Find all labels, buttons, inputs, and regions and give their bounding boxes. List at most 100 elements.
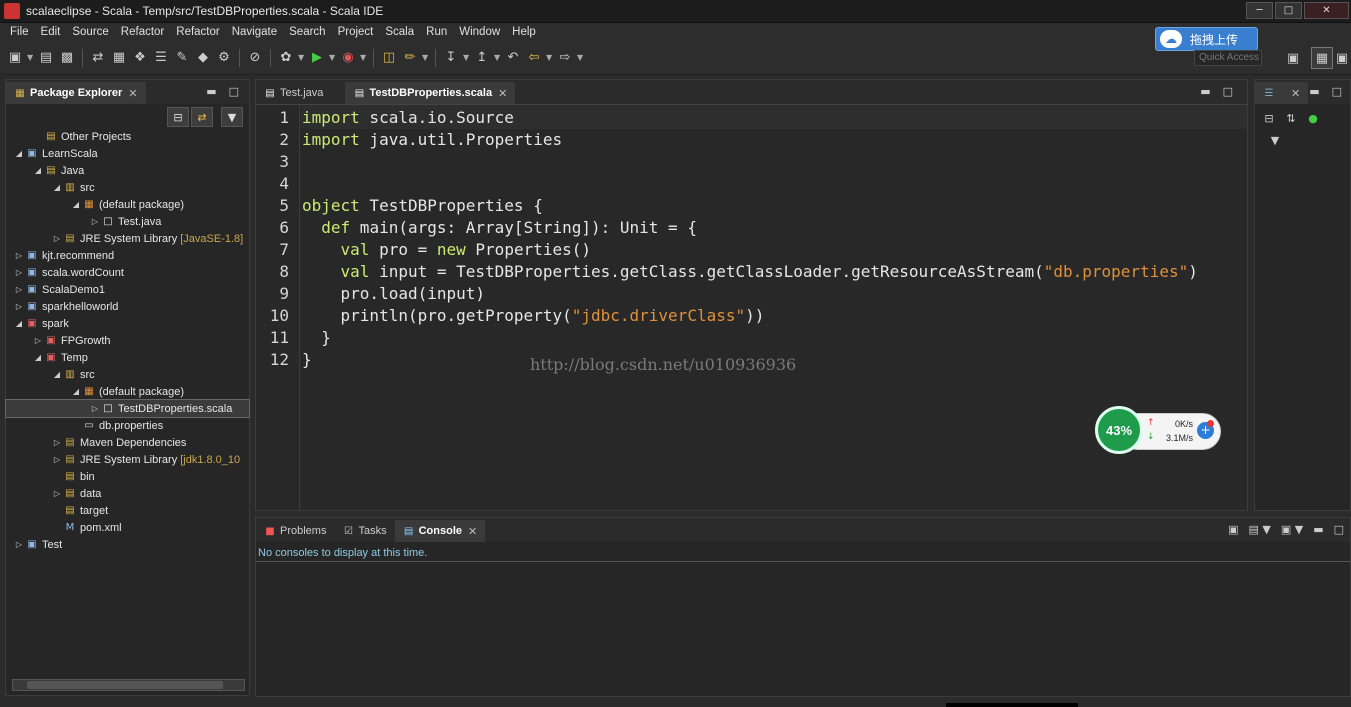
console-icon[interactable]: ☰ [152,49,170,67]
menu-help[interactable]: Help [506,26,542,38]
tree-item[interactable]: ▭ db.properties [6,417,249,434]
forward-icon[interactable]: ⇨ [556,49,574,67]
tree-item[interactable]: ▤ Other Projects [6,128,249,145]
view-menu-icon[interactable]: ▼ [1267,132,1283,148]
collapse-all-icon[interactable]: ⊟ [1261,110,1277,126]
display-console-icon[interactable]: ▤ ▼ [1248,523,1270,536]
external-tools-icon[interactable]: ◉ [339,49,357,67]
chevron-down-icon[interactable]: ▼ [329,53,336,62]
tree-item[interactable]: Mpom.xml [6,519,249,536]
menu-scala[interactable]: Scala [379,26,420,38]
close-icon[interactable]: ✕ [498,87,507,100]
tree-item[interactable]: ▷ ▣ kjt.recommend [6,247,249,264]
tree-item[interactable]: ▷ ▤ data [6,485,249,502]
expanded-arrow-icon[interactable]: ◢ [14,149,24,158]
menu-run[interactable]: Run [420,26,453,38]
scala-perspective-icon[interactable]: ▦ [1311,47,1333,69]
collapsed-arrow-icon[interactable]: ▷ [90,217,100,226]
chevron-down-icon[interactable]: ▼ [494,53,501,62]
code-line[interactable]: println(pro.getProperty("jdbc.driverClas… [302,306,765,325]
tab-test-java[interactable]: ▤ Test.java [256,82,331,104]
tree-item[interactable]: ◢ ▥ src [6,366,249,383]
tree-item[interactable]: ▷ □ Test.java [6,213,249,230]
collapsed-arrow-icon[interactable]: ▷ [52,489,62,498]
next-annotation-icon[interactable]: ↧ [442,49,460,67]
code-line[interactable]: } [302,350,312,369]
build-icon[interactable]: ⇄ [89,49,107,67]
skip-breakpoints-icon[interactable]: ⊘ [246,49,264,67]
chevron-down-icon[interactable]: ▼ [298,53,305,62]
chevron-down-icon[interactable]: ▼ [27,53,34,62]
quick-access-input[interactable]: Quick Access [1194,50,1262,66]
save-all-icon[interactable]: ▩ [58,49,76,67]
link-editor-icon[interactable]: ⇄ [191,107,213,127]
expanded-arrow-icon[interactable]: ◢ [52,370,62,379]
tree-item[interactable]: ▷ ▤ JRE System Library [jdk1.8.0_10 [6,451,249,468]
collapse-all-icon[interactable]: ⊟ [167,107,189,127]
collapsed-arrow-icon[interactable]: ▷ [52,455,62,464]
close-icon[interactable]: ✕ [1291,87,1300,100]
open-folder-icon[interactable]: ◫ [380,49,398,67]
java-perspective-icon[interactable]: ▣ [1335,47,1349,69]
collapsed-arrow-icon[interactable]: ▷ [14,268,24,277]
menu-refactor[interactable]: Refactor [115,26,170,38]
tree-item[interactable]: ▷ ▣ ScalaDemo1 [6,281,249,298]
chevron-down-icon[interactable]: ▼ [577,53,584,62]
tab-console[interactable]: ▤ Console ✕ [394,520,486,542]
menu-file[interactable]: File [4,26,35,38]
tree-item[interactable]: ▤ bin [6,468,249,485]
expanded-arrow-icon[interactable]: ◢ [33,353,43,362]
save-icon[interactable]: ▤ [37,49,55,67]
network-speed-widget[interactable]: 43% ↑ 0K/s ↓ 3.1M/s + [1095,406,1222,454]
tree-item[interactable]: ◢ ▣ LearnScala [6,145,249,162]
expanded-arrow-icon[interactable]: ◢ [71,387,81,396]
chevron-down-icon[interactable]: ▼ [360,53,367,62]
tree-item[interactable]: ◢ ▤ Java [6,162,249,179]
scala-worksheet-icon[interactable]: ◆ [194,49,212,67]
menu-search[interactable]: Search [283,26,331,38]
view-menu-icon[interactable]: ▼ [221,107,243,127]
menu-edit[interactable]: Edit [35,26,67,38]
chevron-down-icon[interactable]: ▼ [422,53,429,62]
tree-item[interactable]: ◢ ▣ spark [6,315,249,332]
minimize-icon[interactable]: ▬ [1313,523,1323,536]
collapsed-arrow-icon[interactable]: ▷ [90,404,100,413]
prev-annotation-icon[interactable]: ↥ [473,49,491,67]
horizontal-scrollbar[interactable] [12,679,245,691]
debug-run-icon[interactable]: ✿ [277,49,295,67]
last-edit-icon[interactable]: ↶ [504,49,522,67]
collapsed-arrow-icon[interactable]: ▷ [52,234,62,243]
chevron-down-icon[interactable]: ▼ [463,53,470,62]
upload-badge[interactable]: ☁ 拖拽上传 [1155,27,1258,51]
tree-item[interactable]: ◢ ▥ src [6,179,249,196]
tree-item[interactable]: ▷ ▣ Test [6,536,249,553]
expanded-arrow-icon[interactable]: ◢ [71,200,81,209]
tab-tasks[interactable]: ☑ Tasks [334,520,394,542]
open-console-icon[interactable]: ▣ ▼ [1281,523,1303,536]
close-icon[interactable]: ✕ [468,525,477,538]
expanded-arrow-icon[interactable]: ◢ [52,183,62,192]
code-line[interactable]: pro.load(input) [302,284,486,303]
minimize-icon[interactable]: ▬ [1200,85,1210,98]
brush-icon[interactable]: ✏ [401,49,419,67]
tab-outline[interactable]: ☰ ✕ [1255,82,1309,104]
clear-console-icon[interactable]: ▣ [1228,523,1238,536]
run-icon[interactable]: ▶ [308,49,326,67]
chevron-down-icon[interactable]: ▼ [546,53,553,62]
tab-package-explorer[interactable]: ▦ Package Explorer ✕ [6,82,146,104]
code-line[interactable]: import java.util.Properties [302,130,562,149]
collapsed-arrow-icon[interactable]: ▷ [14,285,24,294]
tree-item[interactable]: ▤ target [6,502,249,519]
tree-item[interactable]: ◢ ▣ Temp [6,349,249,366]
scrollbar-thumb[interactable] [27,681,223,689]
minimize-icon[interactable]: ▬ [1309,85,1319,98]
tree-item[interactable]: ▷ ▣ sparkhelloworld [6,298,249,315]
open-type-icon[interactable]: ✎ [173,49,191,67]
collapsed-arrow-icon[interactable]: ▷ [33,336,43,345]
maximize-icon[interactable]: □ [229,85,239,98]
tree-item[interactable]: ▷ ▣ FPGrowth [6,332,249,349]
collapsed-arrow-icon[interactable]: ▷ [14,251,24,260]
hierarchy-icon[interactable]: ▦ [110,49,128,67]
collapsed-arrow-icon[interactable]: ▷ [14,540,24,549]
maximize-icon[interactable]: □ [1223,85,1233,98]
